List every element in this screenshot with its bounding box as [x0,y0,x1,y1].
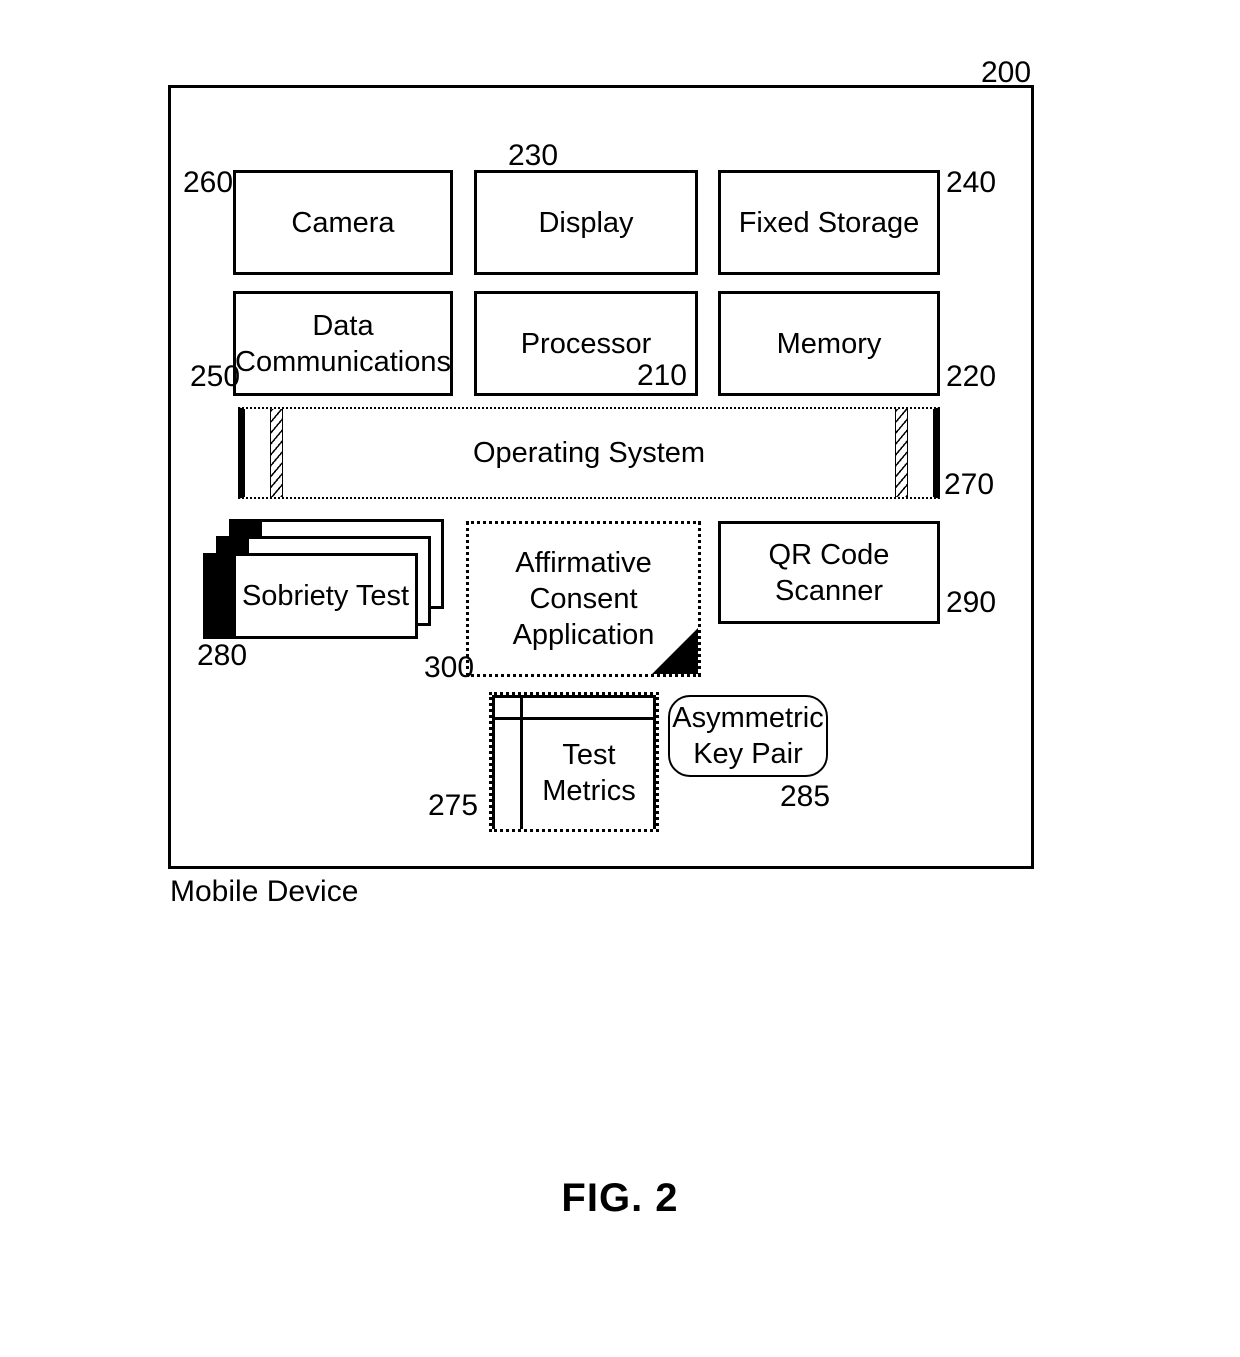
test-metrics-label-line1: Test [562,739,616,771]
ref-250-data-communications: 250 [190,360,241,393]
ref-280-sobriety-test: 280 [197,639,248,672]
component-sobriety-test-stack: Sobriety Test [203,519,453,639]
memory-label: Memory [776,327,882,360]
figure-caption: FIG. 2 [561,1176,679,1220]
component-data-communications: Data Communications [233,291,453,396]
component-affirmative-consent-application: Affirmative Consent Application [466,521,701,677]
mobile-device-caption: Mobile Device [170,875,359,908]
test-metrics-label-group: Test Metrics [522,717,656,829]
component-memory: Memory [718,291,940,396]
fixed-storage-label: Fixed Storage [738,206,920,239]
ref-290-qr-code-scanner: 290 [946,586,997,619]
ref-220-memory: 220 [946,360,997,393]
ref-270-operating-system: 270 [944,468,995,501]
consent-app-label-line3: Application [512,619,655,651]
component-asymmetric-key-pair: Asymmetric Key Pair [668,695,828,777]
sobriety-test-label: Sobriety Test [241,579,410,612]
os-hatch-band-left [270,409,283,497]
ref-200-frame: 200 [981,56,1032,89]
consent-app-label-line2: Consent [529,583,638,615]
component-processor: Processor 210 [474,291,698,396]
component-display: Display [474,170,698,275]
ref-285-key-pair: 285 [780,780,831,813]
sobriety-test-card-front: Sobriety Test [203,553,418,639]
sobriety-card-black-band [206,556,236,636]
qr-code-scanner-label-line1: QR Code [768,538,890,571]
processor-label: Processor [520,327,652,360]
component-qr-code-scanner: QR Code Scanner [718,521,940,624]
component-operating-system: Operating System [238,407,940,499]
test-metrics-label-line2: Metrics [542,775,636,807]
data-communications-label-line1: Data [312,309,374,342]
ref-275-test-metrics: 275 [428,789,479,822]
component-fixed-storage: Fixed Storage [718,170,940,275]
component-test-metrics: Test Metrics [489,692,659,832]
component-camera: Camera [233,170,453,275]
ref-210-processor: 210 [636,359,687,392]
ref-260-camera: 260 [183,166,234,199]
ref-230-display: 230 [508,139,559,172]
consent-app-label-line1: Affirmative [515,547,652,579]
test-metrics-left-rule [492,695,495,829]
key-pair-label-line2: Key Pair [693,738,803,770]
display-label: Display [538,206,634,239]
os-hatch-band-right [895,409,908,497]
operating-system-label: Operating System [472,436,706,469]
test-metrics-top-rule [492,695,656,698]
camera-label: Camera [291,206,395,239]
qr-code-scanner-label-line2: Scanner [774,574,883,607]
data-communications-label-line2: Communications [235,345,451,378]
consent-app-dogear-corner [652,628,698,674]
ref-300-consent-app: 300 [424,651,475,684]
ref-240-fixed-storage: 240 [946,166,997,199]
key-pair-label-line1: Asymmetric [672,702,824,734]
